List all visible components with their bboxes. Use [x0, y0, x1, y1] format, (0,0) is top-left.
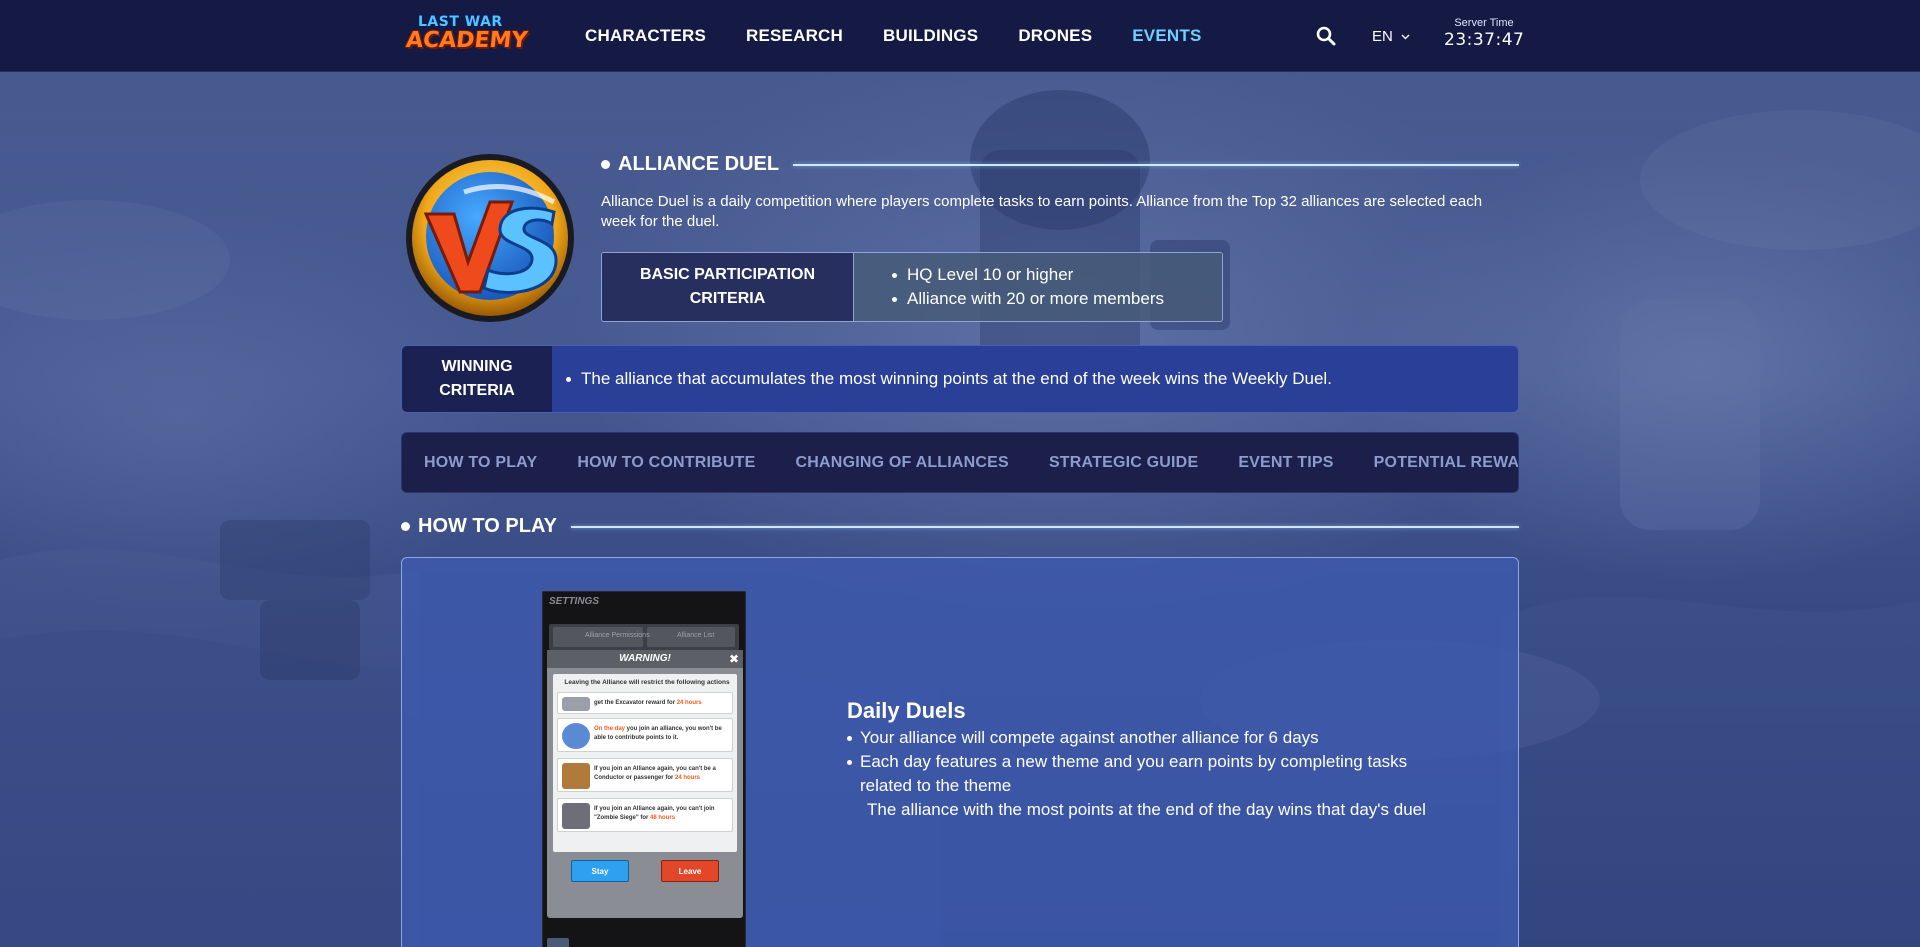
screenshot-header: SETTINGS [549, 596, 600, 607]
daily-duels-title: Daily Duels [847, 698, 966, 723]
dialog-intro: Leaving the Alliance will restrict the f… [564, 679, 730, 686]
participation-label: BASIC PARTICIPATION CRITERIA [602, 253, 854, 321]
nav-buildings[interactable]: BUILDINGS [883, 26, 978, 46]
how-to-play-title: HOW TO PLAY [418, 515, 557, 537]
server-time-value: 23:37:47 [1444, 30, 1525, 50]
participation-criteria: BASIC PARTICIPATION CRITERIA HQ Level 10… [601, 252, 1223, 322]
screenshot-tab-1: Alliance Permissions [585, 632, 650, 639]
tab-event-tips[interactable]: EVENT TIPS [1238, 454, 1333, 472]
winning-content: The alliance that accumulates the most w… [552, 346, 1518, 412]
winning-criteria: WINNING CRITERIA The alliance that accum… [401, 345, 1519, 413]
stay-button: Stay [571, 860, 629, 882]
list-item: get the Excavator reward for 24 hours [557, 692, 733, 714]
vs-emblem-icon [404, 152, 576, 324]
back-arrow-icon [547, 938, 569, 947]
tab-changing-of-alliances[interactable]: CHANGING OF ALLIANCES [796, 454, 1009, 472]
nav-drones[interactable]: DRONES [1018, 26, 1092, 46]
list-item: Each day features a new theme and you ea… [847, 750, 1447, 798]
nav-research[interactable]: RESEARCH [746, 26, 843, 46]
site-logo[interactable]: LAST WAR ACADEMY [404, 12, 529, 56]
list-item: Alliance with 20 or more members [892, 287, 1222, 311]
dialog-body: Leaving the Alliance will restrict the f… [553, 674, 737, 852]
participation-item-1: HQ Level 10 or higher [907, 265, 1074, 284]
list-item: If you join an Alliance again, you can't… [557, 798, 733, 832]
daily-duels-list: Your alliance will compete against anoth… [847, 726, 1447, 798]
event-description: Alliance Duel is a daily competition whe… [601, 193, 1483, 230]
warning-dialog: WARNING! ✖ Leaving the Alliance will res… [547, 650, 743, 918]
game-screenshot: SETTINGS Alliance Permissions Alliance L… [542, 591, 746, 947]
tab-strategic-guide[interactable]: STRATEGIC GUIDE [1049, 454, 1198, 472]
server-time: Server Time 23:37:47 [1444, 17, 1524, 50]
list-item: If you join an Alliance again, you can't… [557, 758, 733, 792]
participation-list: HQ Level 10 or higher Alliance with 20 o… [854, 253, 1222, 321]
language-selector[interactable]: EN [1372, 28, 1410, 45]
tab-how-to-play[interactable]: HOW TO PLAY [424, 454, 537, 472]
tab-how-to-contribute[interactable]: HOW TO CONTRIBUTE [577, 454, 755, 472]
heading-bullet [601, 160, 610, 169]
close-icon: ✖ [728, 652, 739, 666]
screenshot-tab-bar: Alliance Permissions Alliance List [549, 624, 739, 650]
tab-potential-rewards[interactable]: POTENTIAL REWARI [1374, 454, 1518, 472]
how-to-play-heading: HOW TO PLAY [401, 515, 1519, 538]
main-menu: CHARACTERS RESEARCH BUILDINGS DRONES EVE… [585, 0, 1201, 72]
heading-bullet [401, 522, 410, 531]
participation-item-2: Alliance with 20 or more members [907, 289, 1164, 308]
list-item: On the day you join an alliance, you won… [557, 718, 733, 752]
daily-duels: Daily Duels Your alliance will compete a… [847, 698, 1447, 822]
server-time-label: Server Time [1454, 17, 1514, 29]
how-to-play-card: SETTINGS Alliance Permissions Alliance L… [401, 557, 1519, 947]
section-tabs: HOW TO PLAY HOW TO CONTRIBUTE CHANGING O… [401, 432, 1519, 493]
chevron-down-icon [1401, 34, 1410, 39]
logo-line-2: ACADEMY [404, 28, 529, 53]
search-icon[interactable] [1316, 26, 1336, 46]
list-item: Your alliance will compete against anoth… [847, 726, 1447, 750]
dialog-title: WARNING! [547, 650, 743, 668]
heading-rule [570, 525, 1519, 528]
event-title: ALLIANCE DUEL [618, 153, 780, 175]
screenshot-tab-2: Alliance List [677, 632, 715, 639]
winning-label: WINNING CRITERIA [402, 346, 552, 412]
list-item: The alliance that accumulates the most w… [566, 369, 1332, 389]
top-navigation: LAST WAR ACADEMY CHARACTERS RESEARCH BUI… [0, 0, 1920, 72]
daily-duels-note: The alliance with the most points at the… [867, 800, 1426, 819]
language-label: EN [1372, 28, 1393, 45]
event-heading: ALLIANCE DUEL [601, 153, 1519, 176]
nav-characters[interactable]: CHARACTERS [585, 26, 706, 46]
heading-rule [793, 163, 1519, 166]
nav-events[interactable]: EVENTS [1132, 26, 1201, 46]
winning-item: The alliance that accumulates the most w… [581, 369, 1332, 388]
leave-button: Leave [661, 860, 719, 882]
list-item: HQ Level 10 or higher [892, 263, 1222, 287]
